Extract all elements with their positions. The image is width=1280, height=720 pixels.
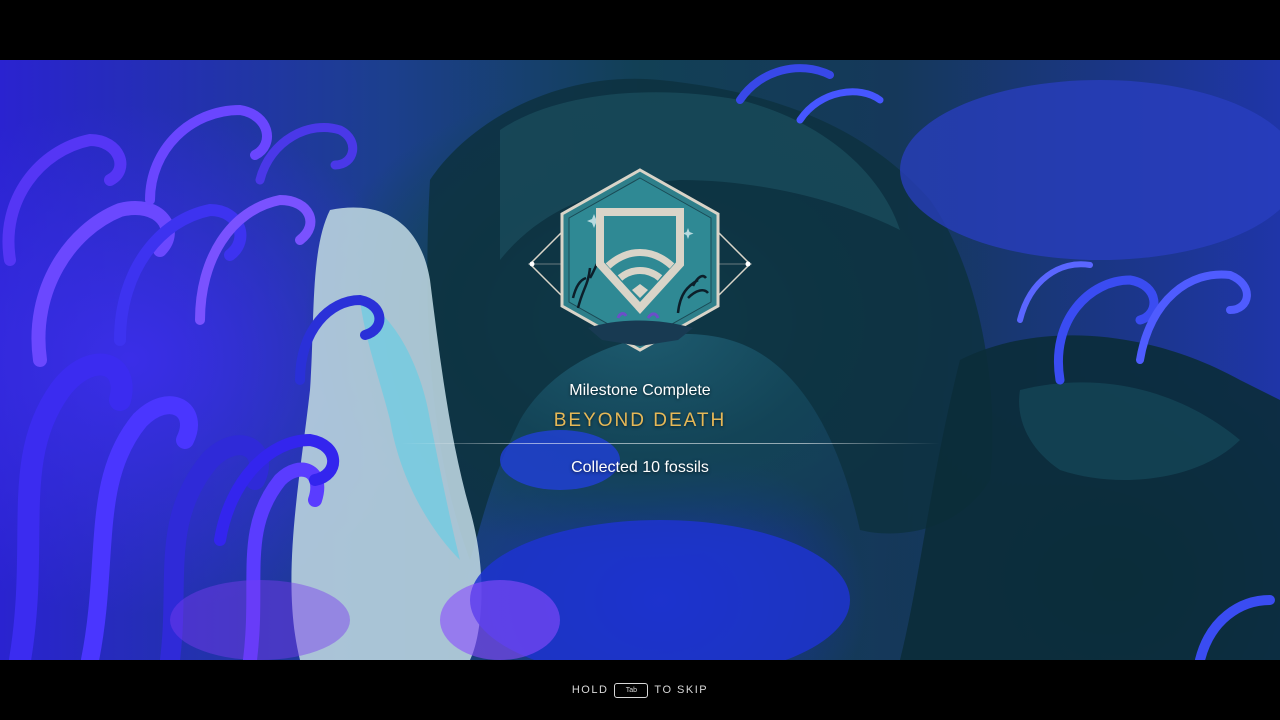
skip-hold-label: HOLD xyxy=(571,684,609,696)
skip-action-label: TO SKIP xyxy=(654,684,709,696)
letterbox-top xyxy=(0,0,1280,60)
underwater-cave-scene xyxy=(0,60,1280,660)
skip-prompt: HOLD Tab TO SKIP xyxy=(0,680,1280,700)
tab-key-button[interactable]: Tab xyxy=(614,682,649,698)
game-screen: Milestone Complete BEYOND DEATH Collecte… xyxy=(0,0,1280,720)
scene-artwork xyxy=(2,64,1280,660)
